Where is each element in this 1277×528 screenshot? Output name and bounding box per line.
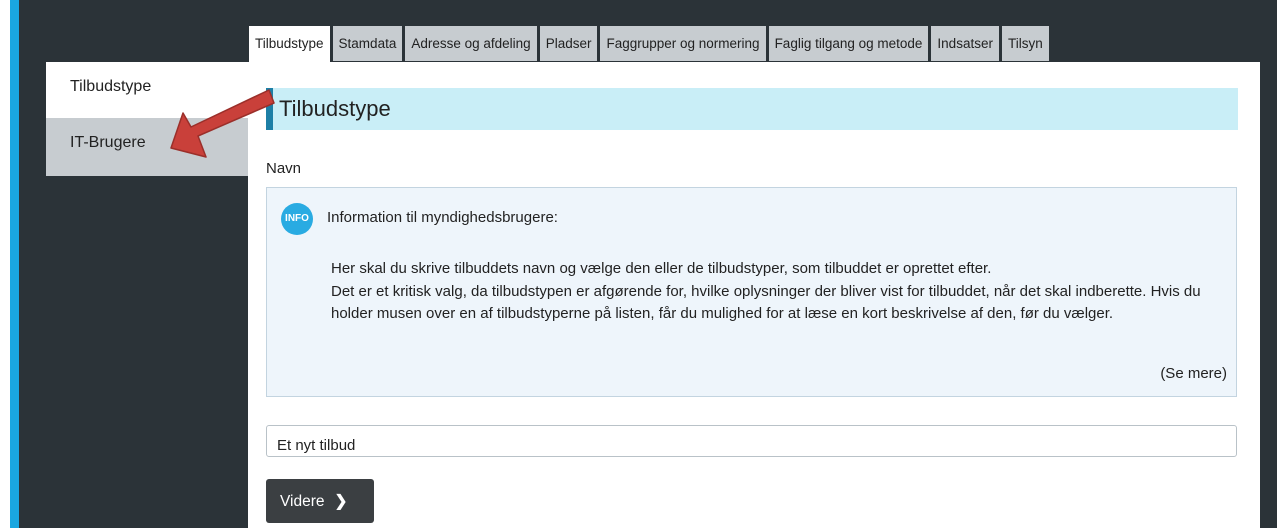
tab-indsatser[interactable]: Indsatser — [930, 25, 1000, 61]
tab-adresse-og-afdeling[interactable]: Adresse og afdeling — [404, 25, 538, 61]
tab-faggrupper-og-normering[interactable]: Faggrupper og normering — [599, 25, 767, 61]
side-navigation: Tilbudstype IT-Brugere — [46, 62, 248, 176]
info-heading: Information til myndighedsbrugere: — [327, 209, 558, 226]
info-box: INFO Information til myndighedsbrugere: … — [266, 187, 1237, 397]
sidebar-item-it-brugere[interactable]: IT-Brugere — [46, 118, 248, 176]
section-title: Tilbudstype — [266, 88, 1238, 130]
app-frame: Tilbudstype Stamdata Adresse og afdeling… — [0, 0, 1277, 528]
info-paragraph-1: Her skal du skrive tilbuddets navn og væ… — [331, 260, 992, 277]
name-input[interactable] — [266, 425, 1237, 457]
tab-stamdata[interactable]: Stamdata — [331, 25, 404, 61]
chevron-right-icon: ❯ — [334, 492, 348, 510]
see-more-link[interactable]: (Se mere) — [1160, 365, 1227, 382]
info-text: Her skal du skrive tilbuddets navn og væ… — [331, 258, 1221, 326]
info-paragraph-2: Det er et kritisk valg, da tilbudstypen … — [331, 282, 1201, 323]
main-panel: Tilbudstype Navn INFO Information til my… — [248, 62, 1260, 528]
tab-bar: Tilbudstype Stamdata Adresse og afdeling… — [248, 25, 1051, 63]
sidebar-item-tilbudstype[interactable]: Tilbudstype — [46, 62, 248, 118]
tab-tilsyn[interactable]: Tilsyn — [1000, 25, 1050, 61]
info-icon: INFO — [281, 203, 313, 235]
tab-tilbudstype[interactable]: Tilbudstype — [248, 25, 331, 63]
next-button-label: Videre — [280, 492, 325, 510]
name-field-label: Navn — [266, 160, 302, 177]
tab-pladser[interactable]: Pladser — [538, 25, 599, 61]
next-button[interactable]: Videre ❯ — [266, 479, 374, 523]
tab-faglig-tilgang-og-metode[interactable]: Faglig tilgang og metode — [767, 25, 930, 61]
accent-bar — [10, 0, 19, 528]
